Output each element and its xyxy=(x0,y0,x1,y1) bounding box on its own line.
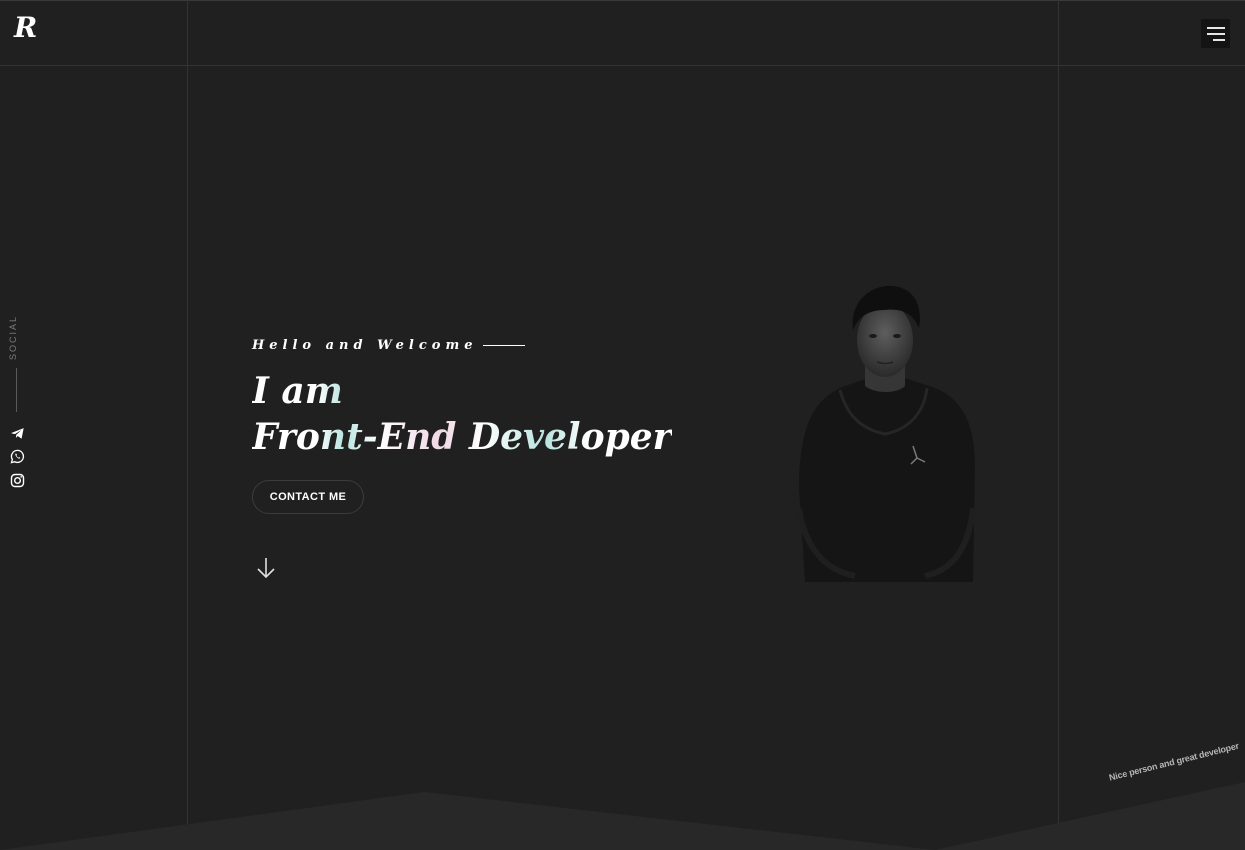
welcome-label: Hello and Welcome xyxy=(252,337,478,353)
welcome-underline xyxy=(483,344,526,346)
menu-icon-bar xyxy=(1213,39,1225,41)
welcome-text: Hello and Welcome xyxy=(252,336,672,354)
instagram-icon[interactable] xyxy=(10,473,25,488)
headline-line-2: Front-End Developer xyxy=(252,416,672,458)
menu-icon-bar xyxy=(1207,27,1225,29)
social-divider xyxy=(16,368,17,412)
page: R SOCIAL Hello and Welcome I am Front-En… xyxy=(0,0,1245,850)
header-divider xyxy=(0,65,1245,66)
menu-button[interactable] xyxy=(1201,19,1230,48)
contact-me-button[interactable]: CONTACT ME xyxy=(252,480,364,514)
site-logo[interactable]: R xyxy=(14,14,37,42)
arrow-down-icon[interactable] xyxy=(255,556,277,580)
telegram-icon[interactable] xyxy=(10,426,25,441)
social-label: SOCIAL xyxy=(8,314,18,360)
grid-line-right xyxy=(1058,0,1059,850)
bottom-decorative-shape xyxy=(0,782,1245,850)
hero-section: Hello and Welcome I am Front-End Develop… xyxy=(252,336,672,579)
tagline: Nice person and great developer xyxy=(1108,740,1240,783)
whatsapp-icon[interactable] xyxy=(10,449,25,464)
headline-line-1: I am xyxy=(252,370,343,412)
grid-line-left xyxy=(187,0,188,850)
hero-headline: I am Front-End Developer xyxy=(252,368,672,460)
menu-icon-bar xyxy=(1207,33,1225,35)
profile-photo xyxy=(785,278,985,582)
